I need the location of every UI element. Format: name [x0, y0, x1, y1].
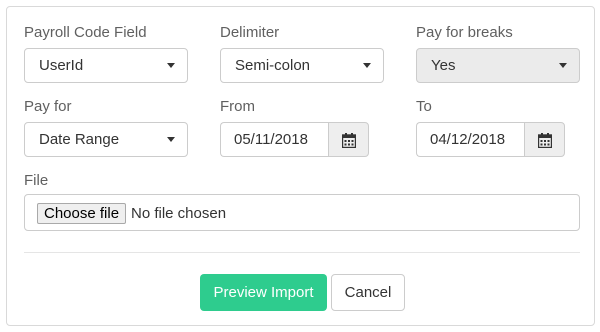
- delimiter-value: Semi-colon: [235, 57, 311, 74]
- pay-for-label: Pay for: [24, 98, 72, 115]
- caret-down-icon: [167, 137, 175, 142]
- caret-down-icon: [363, 63, 371, 68]
- calendar-icon: [342, 133, 356, 148]
- to-calendar-button[interactable]: [524, 122, 565, 157]
- delimiter-select[interactable]: Semi-colon: [220, 48, 384, 83]
- choose-file-button[interactable]: Choose file: [37, 203, 127, 224]
- import-form-panel: Payroll Code Field UserId Delimiter Semi…: [6, 6, 595, 326]
- payroll-code-field-value: UserId: [39, 57, 84, 74]
- from-date-input[interactable]: 05/11/2018: [220, 122, 328, 157]
- pay-for-breaks-label: Pay for breaks: [416, 24, 513, 41]
- pay-for-breaks-select[interactable]: Yes: [416, 48, 580, 83]
- to-label: To: [416, 98, 432, 115]
- from-calendar-button[interactable]: [328, 122, 369, 157]
- payroll-code-field-label: Payroll Code Field: [24, 24, 147, 41]
- preview-import-button[interactable]: Preview Import: [200, 274, 327, 311]
- pay-for-select[interactable]: Date Range: [24, 122, 188, 157]
- pay-for-breaks-value: Yes: [431, 57, 456, 74]
- to-date-input[interactable]: 04/12/2018: [416, 122, 524, 157]
- cancel-button[interactable]: Cancel: [331, 274, 405, 311]
- file-status-text: No file chosen: [131, 205, 227, 222]
- delimiter-label: Delimiter: [220, 24, 280, 41]
- caret-down-icon: [559, 63, 567, 68]
- from-label: From: [220, 98, 255, 115]
- form-divider: [24, 252, 580, 253]
- file-label: File: [24, 172, 49, 189]
- file-input[interactable]: Choose file No file chosen: [24, 194, 580, 231]
- payroll-code-field-select[interactable]: UserId: [24, 48, 188, 83]
- calendar-icon: [538, 133, 552, 148]
- caret-down-icon: [167, 63, 175, 68]
- pay-for-value: Date Range: [39, 131, 120, 148]
